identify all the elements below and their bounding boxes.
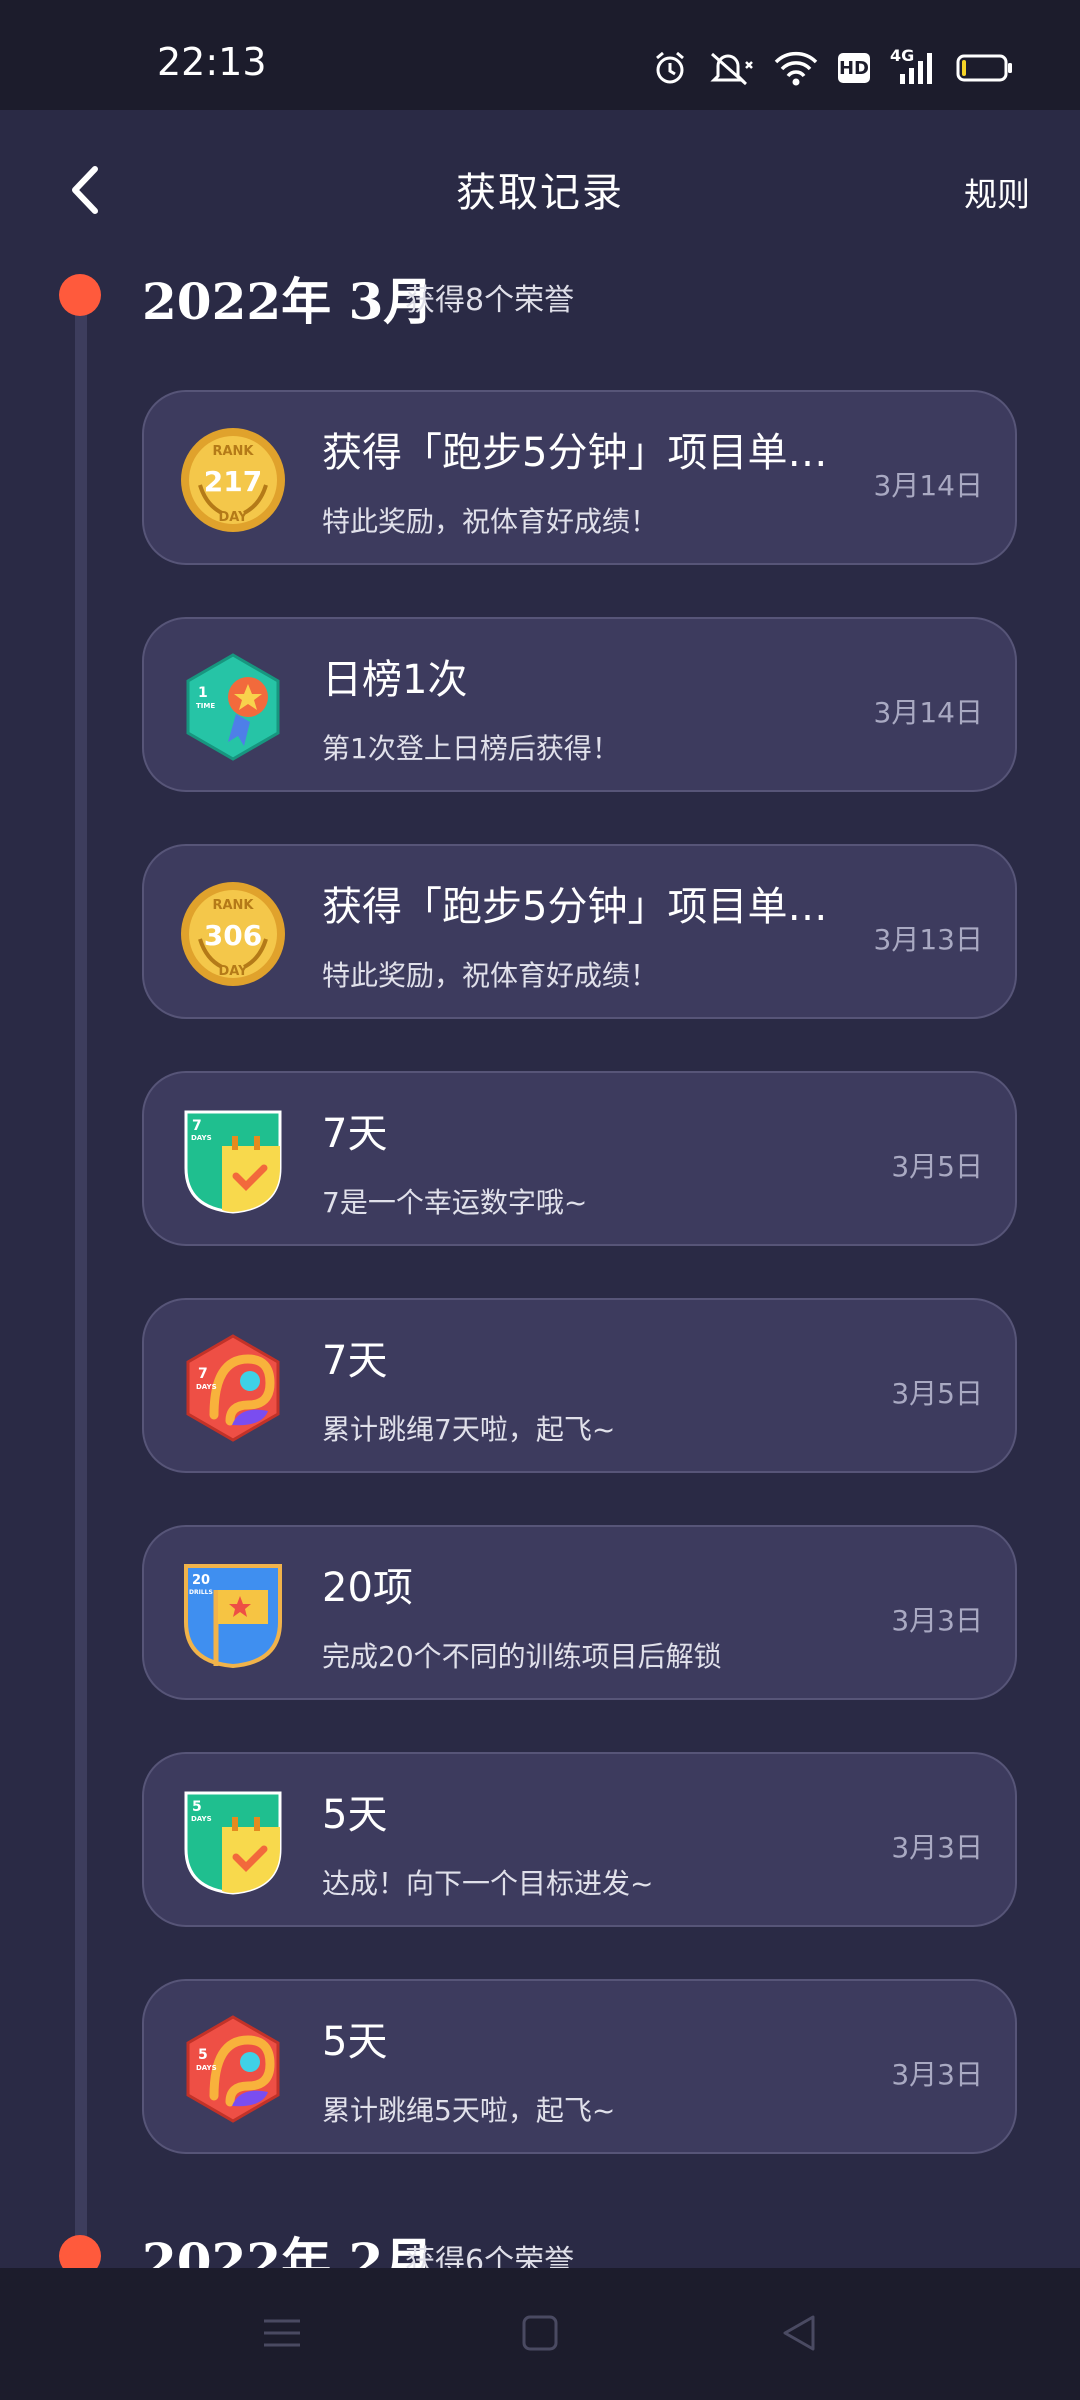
calendar-shield-icon: 5 DAYS: [184, 1791, 282, 1895]
card-title: 7天: [322, 1111, 388, 1157]
badge-top-text: RANK: [212, 444, 254, 459]
page-title: 获取记录: [456, 170, 624, 216]
card-date: 3月3日: [891, 1831, 983, 1864]
badge-number: 7: [198, 1366, 208, 1382]
mute-icon: [710, 52, 753, 86]
card-date: 3月14日: [873, 696, 983, 729]
honor-card[interactable]: 1 TIME 日榜1次 第1次登上日榜后获得！ 3月14日: [142, 617, 1017, 792]
card-date: 3月5日: [891, 1150, 983, 1183]
drills-flag-shield-icon: 20 DRILLS: [184, 1564, 282, 1669]
card-subtitle: 第1次登上日榜后获得！: [322, 732, 620, 765]
card-subtitle: 特此奖励，祝体育好成绩！: [322, 959, 659, 992]
rank-day-medal-icon: RANK 306 DAY: [181, 882, 285, 986]
menu-icon: [264, 2319, 300, 2347]
honor-card[interactable]: 7 DAYS 7天 累计跳绳7天啦，起飞~ 3月5日: [142, 1298, 1017, 1473]
alarm-icon: [656, 51, 684, 84]
back-nav-button[interactable]: [774, 2308, 824, 2358]
status-bar: 22:13 HD 4G: [0, 0, 1080, 110]
timeline-line: [75, 295, 87, 2270]
honor-card[interactable]: 20 DRILLS 20项 完成20个不同的训练项目后解锁 3月3日: [142, 1525, 1017, 1700]
home-square-icon: [522, 2315, 558, 2351]
badge-small-text: DAYS: [196, 1383, 217, 1391]
card-subtitle: 7是一个幸运数字哦~: [322, 1186, 588, 1219]
card-subtitle: 累计跳绳5天啦，起飞~: [322, 2094, 616, 2127]
month-label: 2022年 3月: [142, 272, 434, 331]
card-subtitle: 达成！向下一个目标进发~: [322, 1867, 654, 1900]
card-subtitle: 完成20个不同的训练项目后解锁: [322, 1640, 722, 1673]
badge-number: 306: [204, 919, 262, 952]
badge-number: 5: [198, 2047, 208, 2063]
card-title: 5天: [322, 1792, 388, 1838]
status-icons: HD 4G: [652, 46, 1014, 88]
daily-rank-hexagon-icon: 1 TIME: [186, 653, 280, 761]
badge-number: 20: [192, 1573, 210, 1588]
card-date: 3月13日: [873, 923, 983, 956]
rope-hexagon-icon: 7 DAYS: [186, 1334, 280, 1442]
signal-4g-icon: 4G: [890, 46, 936, 86]
card-title: 获得「跑步5分钟」项目单…: [322, 884, 828, 930]
badge-number: 217: [204, 465, 262, 498]
status-time: 22:13: [157, 40, 267, 84]
battery-icon: [956, 54, 1012, 82]
honor-card[interactable]: 7 DAYS 7天 7是一个幸运数字哦~ 3月5日: [142, 1071, 1017, 1246]
honor-card[interactable]: RANK 306 DAY 获得「跑步5分钟」项目单… 特此奖励，祝体育好成绩！ …: [142, 844, 1017, 1019]
card-date: 3月3日: [891, 1604, 983, 1637]
badge-small-text: DAYS: [191, 1134, 212, 1142]
badge-bottom-text: DAY: [218, 964, 248, 979]
card-title: 20项: [322, 1565, 413, 1611]
badge-number: 1: [198, 685, 208, 701]
rank-day-medal-icon: RANK 217 DAY: [181, 428, 285, 532]
badge-number: 5: [192, 1799, 202, 1815]
hd-icon: HD: [838, 53, 870, 83]
card-date: 3月14日: [873, 469, 983, 502]
rope-hexagon-icon: 5 DAYS: [186, 2015, 280, 2123]
home-button[interactable]: [515, 2308, 565, 2358]
badge-small-text: DAYS: [196, 2064, 217, 2072]
card-subtitle: 特此奖励，祝体育好成绩！: [322, 505, 659, 538]
badge-top-text: RANK: [212, 898, 254, 913]
month-count: 获得8个荣誉: [405, 283, 575, 318]
menu-button[interactable]: [257, 2308, 307, 2358]
honor-card[interactable]: 5 DAYS 5天 达成！向下一个目标进发~ 3月3日: [142, 1752, 1017, 1927]
timeline-dot: [59, 274, 101, 316]
card-date: 3月3日: [891, 2058, 983, 2091]
badge-bottom-text: DAY: [218, 510, 248, 525]
header: 获取记录 规则: [0, 110, 1080, 265]
system-nav-bar: [0, 2268, 1080, 2400]
badge-number: 7: [192, 1118, 202, 1134]
honor-card[interactable]: RANK 217 DAY 获得「跑步5分钟」项目单… 特此奖励，祝体育好成绩！ …: [142, 390, 1017, 565]
card-title: 7天: [322, 1338, 388, 1384]
badge-small-text: DAYS: [191, 1815, 212, 1823]
back-triangle-icon: [783, 2315, 815, 2351]
card-subtitle: 累计跳绳7天啦，起飞~: [322, 1413, 616, 1446]
card-date: 3月5日: [891, 1377, 983, 1410]
calendar-shield-icon: 7 DAYS: [184, 1110, 282, 1214]
wifi-icon: [774, 51, 818, 86]
honor-card[interactable]: 5 DAYS 5天 累计跳绳5天啦，起飞~ 3月3日: [142, 1979, 1017, 2154]
card-title: 5天: [322, 2019, 388, 2065]
card-title: 日榜1次: [322, 657, 468, 703]
rules-link[interactable]: 规则: [964, 168, 1030, 216]
card-title: 获得「跑步5分钟」项目单…: [322, 430, 828, 476]
badge-small-text: DRILLS: [189, 1589, 213, 1596]
badge-small-text: TIME: [196, 702, 215, 710]
